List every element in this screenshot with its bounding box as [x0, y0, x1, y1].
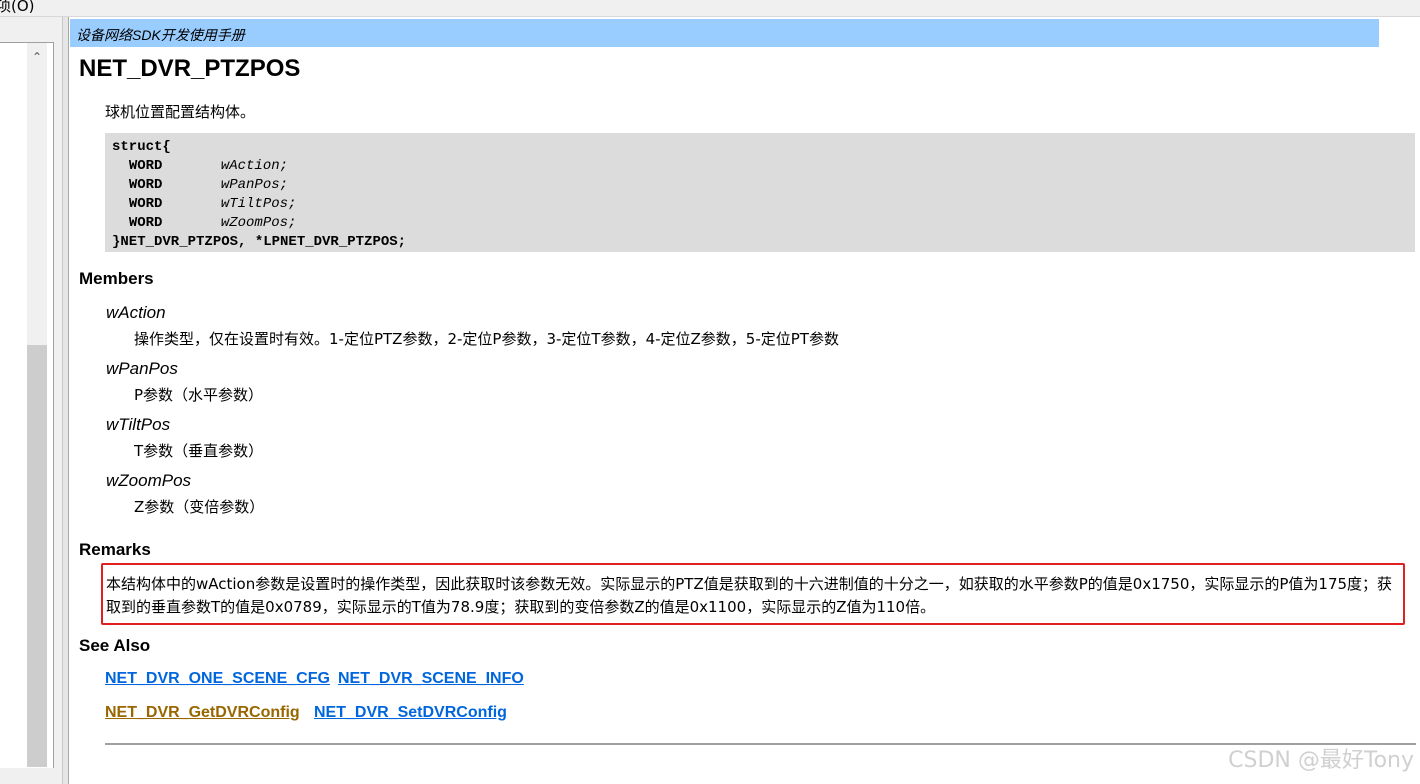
pane-splitter[interactable] [62, 17, 69, 784]
code-line-close: }NET_DVR_PTZPOS, *LPNET_DVR_PTZPOS; [112, 234, 407, 250]
remarks-text: 本结构体中的wAction参数是设置时的操作类型，因此获取时该参数无效。实际显示… [106, 575, 1393, 616]
link-net-dvr-setdvrconfig[interactable]: NET_DVR_SetDVRConfig [314, 704, 507, 722]
struct-code-block: struct{ WORD wAction; WORD wPanPos; WORD wT… [105, 133, 1415, 252]
member-name-wpanpos: wPanPos [106, 359, 178, 378]
code-line-field: WORD wTiltPos; [128, 196, 297, 212]
member-name-waction: wAction [106, 303, 166, 322]
menu-bar: 项(O) [0, 0, 1420, 17]
scroll-up-arrow-icon[interactable]: ⌃ [27, 46, 47, 68]
remarks-heading: Remarks [79, 540, 151, 559]
footer-divider [105, 743, 1416, 745]
watermark: CSDN @最好Tony [1228, 748, 1414, 773]
code-line-field: WORD wAction; [128, 158, 289, 174]
document-header-bar: 设备网络SDK开发使用手册 [70, 19, 1379, 47]
member-desc-wzoompos: Z参数（变倍参数） [134, 498, 265, 516]
members-heading: Members [79, 269, 154, 288]
member-desc-wtiltpos: T参数（垂直参数） [134, 442, 264, 460]
code-line-field: WORD wPanPos; [128, 177, 289, 193]
page-title: NET_DVR_PTZPOS [79, 55, 301, 82]
member-desc-wpanpos: P参数（水平参数） [134, 386, 264, 404]
see-also-heading: See Also [79, 636, 151, 655]
member-name-wtiltpos: wTiltPos [106, 415, 171, 434]
link-net-dvr-getdvrconfig[interactable]: NET_DVR_GetDVRConfig [105, 704, 300, 722]
link-net-dvr-scene-info[interactable]: NET_DVR_SCENE_INFO [338, 670, 524, 688]
nav-scrollbar-thumb[interactable] [27, 345, 47, 767]
page-description: 球机位置配置结构体。 [105, 103, 256, 121]
link-net-dvr-one-scene-cfg[interactable]: NET_DVR_ONE_SCENE_CFG [105, 670, 330, 688]
help-content: 设备网络SDK开发使用手册 NET_DVR_PTZPOS 球机位置配置结构体。 … [70, 17, 1420, 784]
document-header-title: 设备网络SDK开发使用手册 [76, 27, 245, 43]
menu-item-options[interactable]: 项(O) [0, 0, 35, 16]
code-line-open: struct{ [112, 139, 171, 155]
member-desc-waction: 操作类型，仅在设置时有效。1-定位PTZ参数，2-定位P参数，3-定位T参数，4… [134, 330, 839, 348]
member-name-wzoompos: wZoomPos [106, 471, 192, 490]
code-line-field: WORD wZoomPos; [128, 215, 297, 231]
